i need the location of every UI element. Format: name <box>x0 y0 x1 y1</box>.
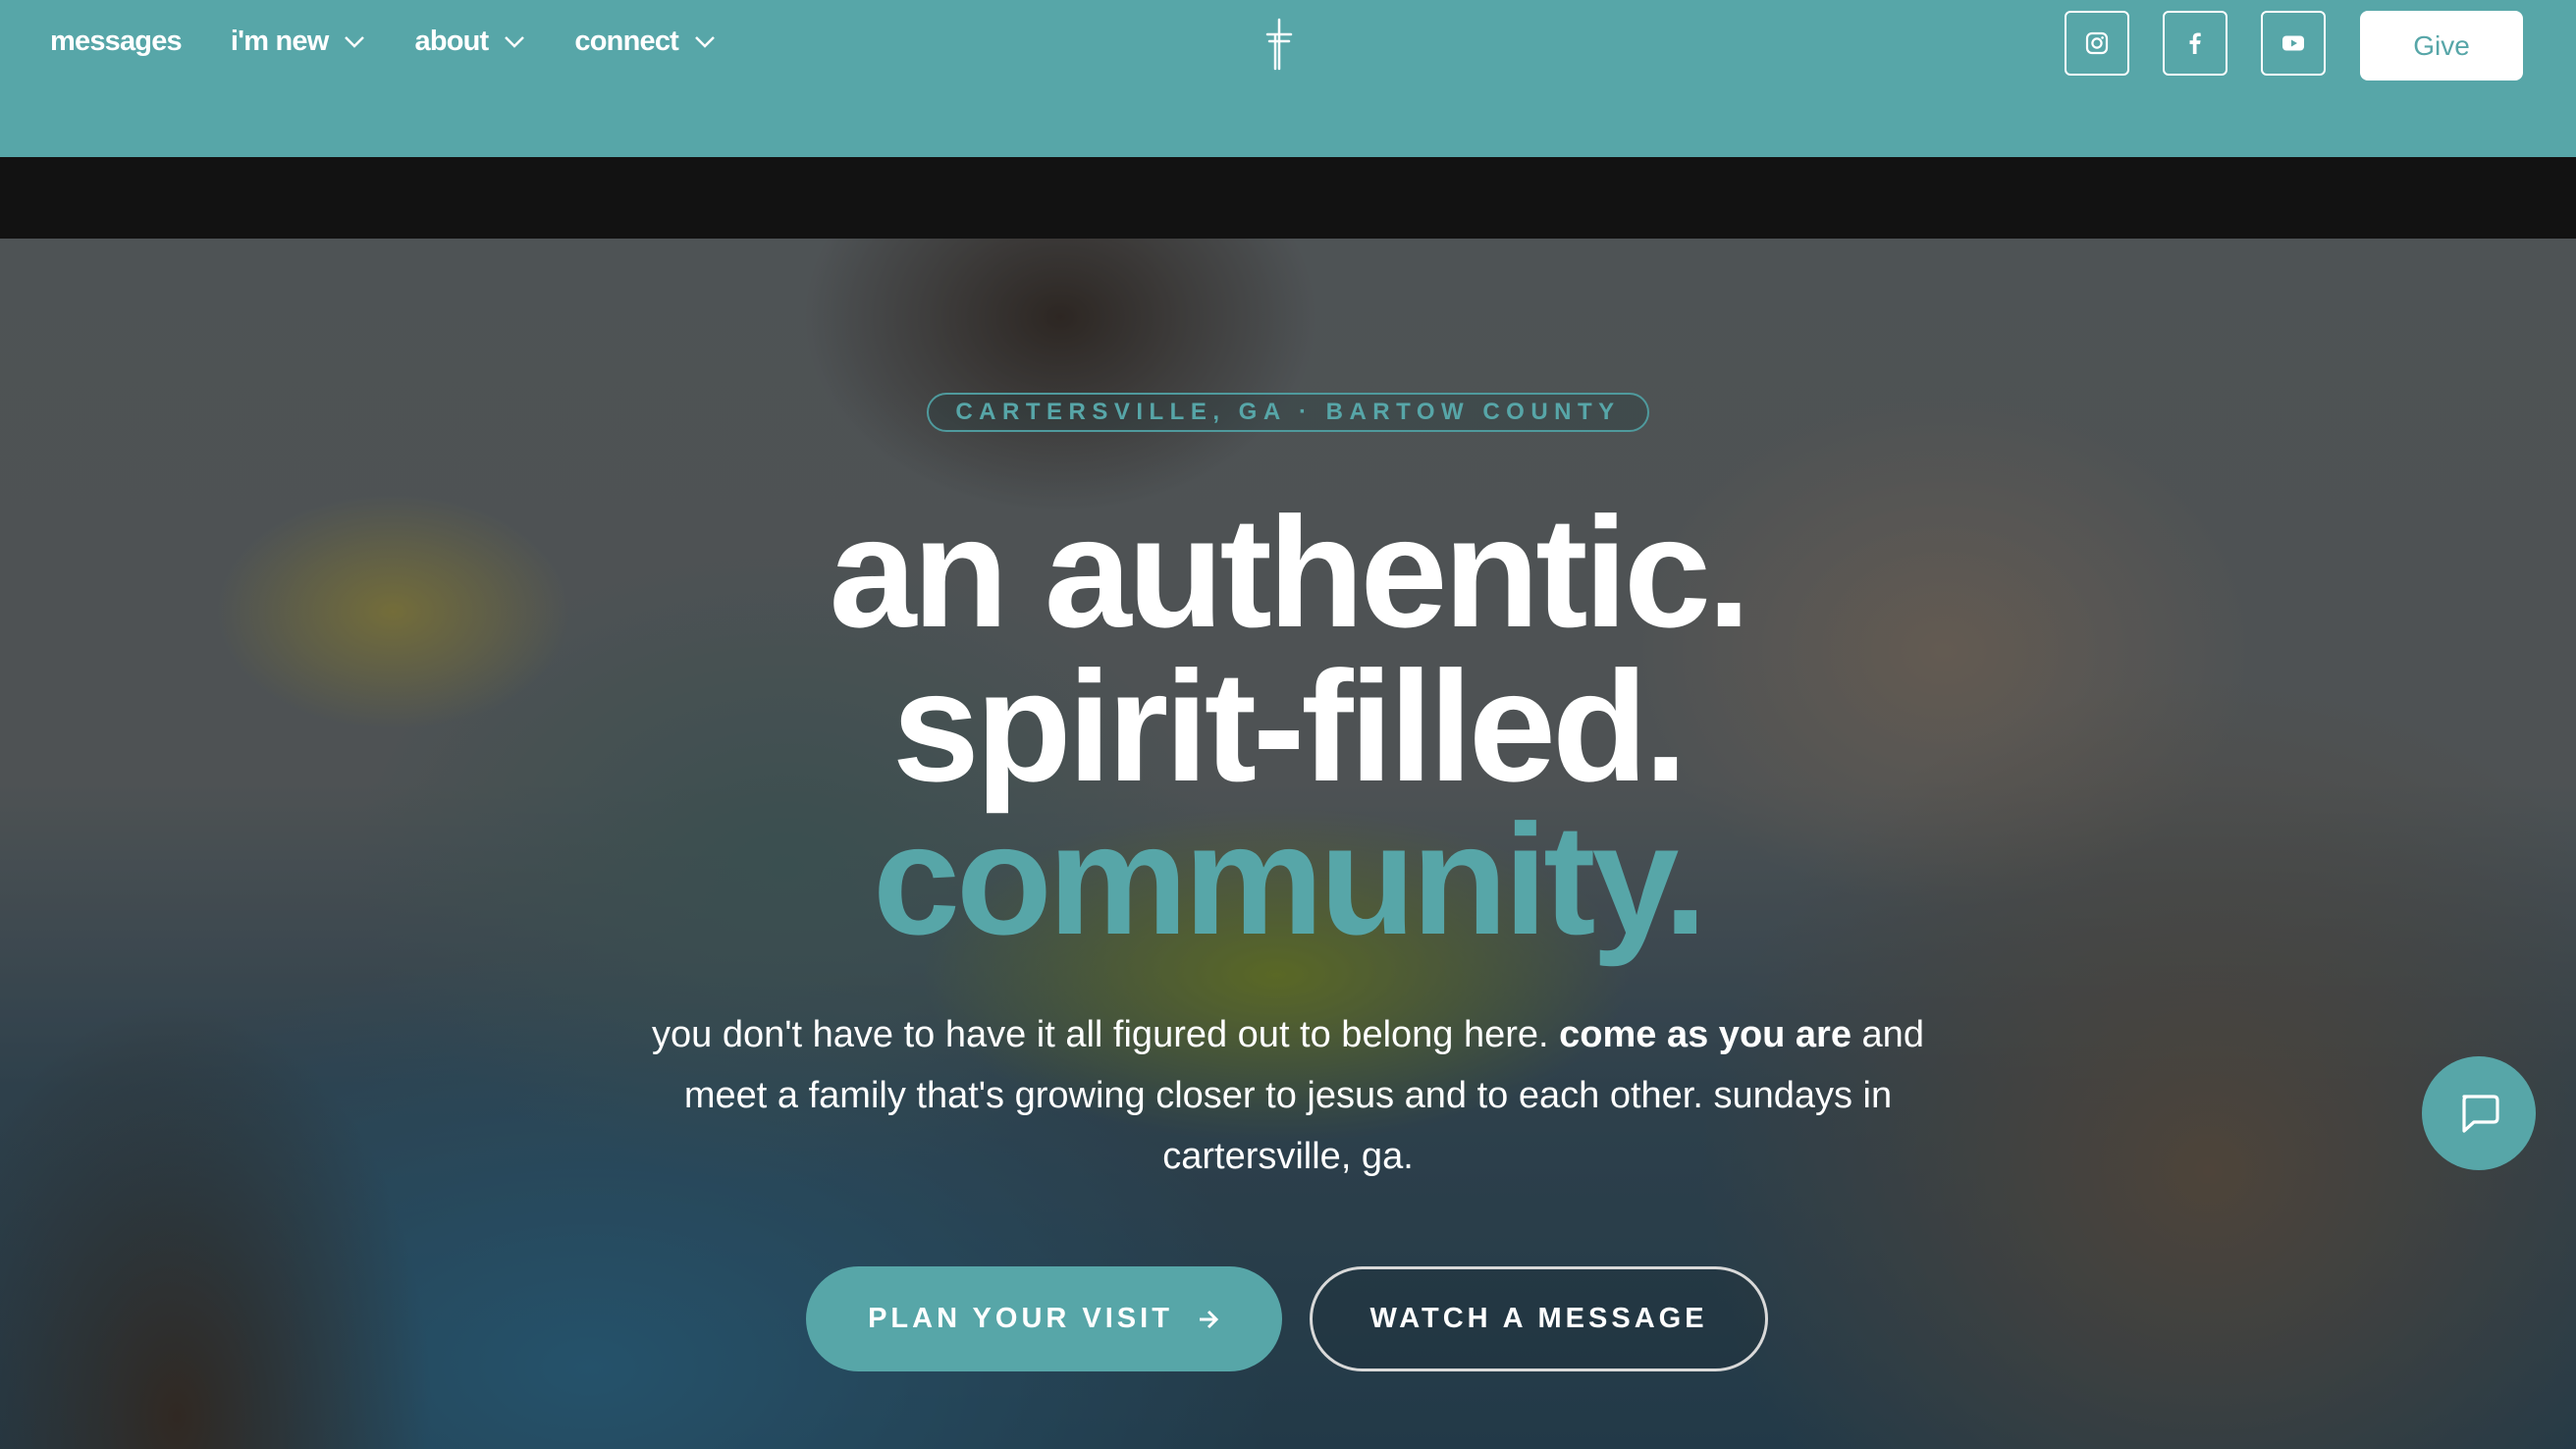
hero-section: CARTERSVILLE, GA · BARTOW COUNTY an auth… <box>0 239 2576 1449</box>
nav-messages-label: messages <box>50 26 183 57</box>
chat-button[interactable] <box>2422 1056 2536 1170</box>
chevron-down-icon <box>505 35 525 48</box>
arrow-right-icon <box>1199 1310 1219 1328</box>
nav-im-new[interactable]: i'm new <box>231 26 366 58</box>
nav-messages[interactable]: messages <box>50 26 183 58</box>
nav-im-new-label: i'm new <box>230 26 329 57</box>
chevron-down-icon <box>695 35 715 48</box>
headline-line-3: community. <box>872 791 1707 967</box>
plan-your-visit-label: PLAN YOUR VISIT <box>868 1303 1173 1334</box>
nav-about-label: about <box>414 26 489 57</box>
facebook-icon <box>2189 32 2201 54</box>
main-nav: messages i'm new about connect <box>50 26 765 58</box>
site-header: messages i'm new about connect Give <box>0 0 2576 157</box>
youtube-link[interactable] <box>2261 11 2326 76</box>
instagram-icon <box>2085 31 2109 55</box>
header-spacer-band <box>0 157 2576 239</box>
nav-connect[interactable]: connect <box>574 26 716 58</box>
location-badge: CARTERSVILLE, GA · BARTOW COUNTY <box>927 393 1649 432</box>
social-links <box>2065 11 2359 76</box>
chat-bubble-icon <box>2462 1095 2499 1133</box>
give-button[interactable]: Give <box>2360 11 2523 80</box>
chevron-down-icon <box>345 35 365 48</box>
cross-logo-icon[interactable] <box>1260 18 1299 71</box>
subtitle-emphasis: come as you are <box>1559 1014 1852 1055</box>
nav-connect-label: connect <box>574 26 679 57</box>
plan-your-visit-button[interactable]: PLAN YOUR VISIT <box>806 1266 1282 1371</box>
nav-about[interactable]: about <box>414 26 525 58</box>
hero-subtitle: you don't have to have it all figured ou… <box>609 1004 1967 1187</box>
facebook-link[interactable] <box>2163 11 2227 76</box>
headline-line-1: an authentic. <box>829 484 1751 660</box>
watch-a-message-button[interactable]: WATCH A MESSAGE <box>1310 1266 1768 1371</box>
instagram-link[interactable] <box>2065 11 2129 76</box>
headline-line-2: spirit-filled. <box>891 638 1688 814</box>
youtube-icon <box>2282 35 2304 51</box>
subtitle-lead: you don't have to have it all figured ou… <box>652 1014 1549 1055</box>
